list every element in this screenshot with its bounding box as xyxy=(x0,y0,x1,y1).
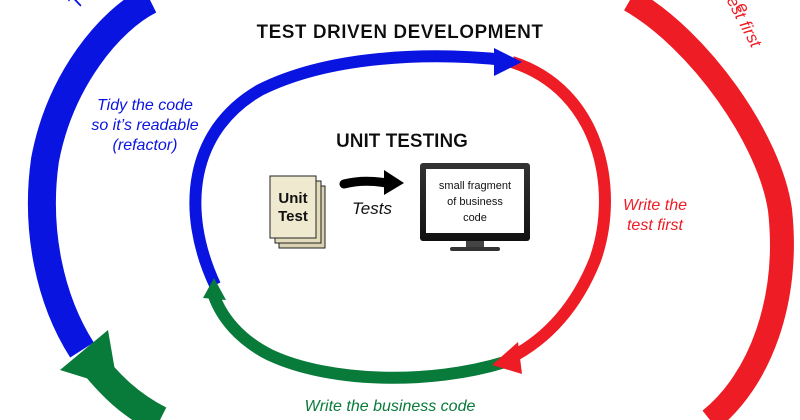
write-code-arc xyxy=(208,293,507,384)
unit-test-card-line-2: Test xyxy=(278,208,308,225)
unit-testing-heading: UNIT TESTING xyxy=(336,131,468,152)
refactor-label-line-2: so it’s readable xyxy=(91,117,198,134)
tests-arrow-label: Tests xyxy=(352,199,393,218)
outer-refactor-arc xyxy=(27,0,157,358)
write-code-label: Write the business code xyxy=(305,398,476,415)
refactor-label: Tidy the code so it’s readable (refactor… xyxy=(91,97,198,154)
write-test-label-line-2: test first xyxy=(627,217,684,234)
write-test-label: Write the test first xyxy=(623,197,687,234)
monitor-text-line-1: small fragment xyxy=(439,180,511,192)
tests-arrow xyxy=(339,170,404,195)
monitor-text-line-3: code xyxy=(463,212,487,224)
unit-test-card xyxy=(269,175,317,239)
inner-cycle xyxy=(189,48,611,384)
write-test-label-line-1: Write the xyxy=(623,197,687,214)
refactor-label-line-3: (refactor) xyxy=(113,137,178,154)
outer-refactor-label: Tidy xyxy=(64,0,104,13)
tdd-diagram: Tidy e test first TEST DRIVEN DEVELOPMEN… xyxy=(27,0,794,420)
monitor-text-line-2: of business xyxy=(447,196,503,208)
refactor-arrowhead xyxy=(494,48,522,76)
diagram-title: TEST DRIVEN DEVELOPMENT xyxy=(256,22,543,43)
unit-test-card-line-1: Unit xyxy=(278,190,307,207)
refactor-label-line-1: Tidy the code xyxy=(97,97,193,114)
write-code-arrowhead xyxy=(203,278,226,300)
unit-test-card-stack: Unit Test xyxy=(269,175,326,249)
outer-write-test-label-2: test first xyxy=(720,0,765,52)
